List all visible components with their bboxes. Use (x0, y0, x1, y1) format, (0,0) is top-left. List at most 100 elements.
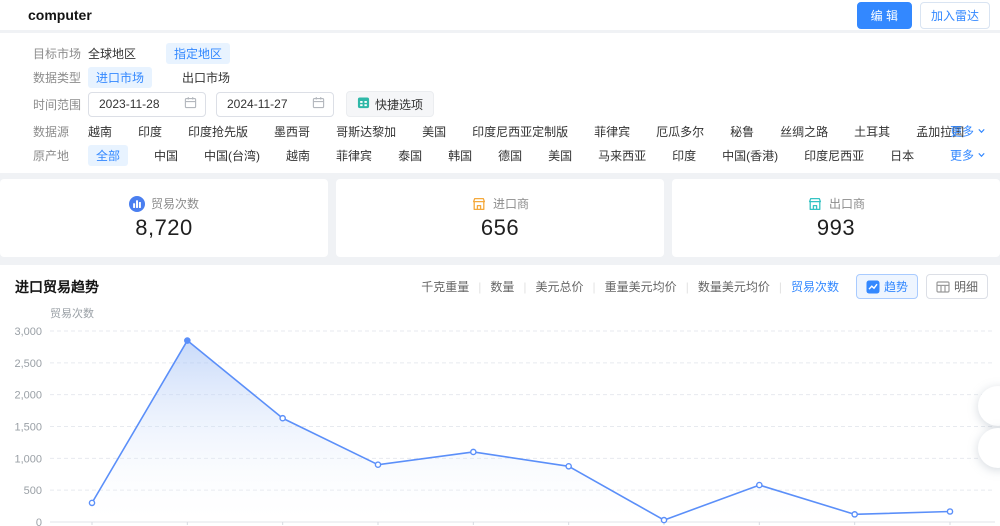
stat-card: 贸易次数 8,720 (0, 179, 328, 257)
target-market-option[interactable]: 全球地区 (88, 45, 136, 62)
metric-option[interactable]: 数量 (481, 278, 523, 295)
origin-option[interactable]: 中国 (154, 147, 178, 164)
metric-option[interactable]: 数量美元均价 (689, 278, 779, 295)
data-source-option[interactable]: 丝绸之路 (780, 123, 828, 140)
origin-option[interactable]: 中国(台湾) (204, 147, 260, 164)
origin-option[interactable]: 日本 (890, 147, 914, 164)
start-date-input[interactable]: 2023-11-28 (88, 92, 206, 117)
data-source-option[interactable]: 越南 (88, 123, 112, 140)
exporter-shop-icon (807, 196, 823, 212)
data-source-options: 越南 印度 印度抢先版 墨西哥 哥斯达黎加 美国 印度尼西亚定制版 菲律宾 厄瓜多尔 秘鲁 丝绸之路… (88, 123, 964, 140)
svg-text:0: 0 (36, 517, 42, 526)
svg-text:1,500: 1,500 (14, 422, 42, 434)
data-source-option[interactable]: 美国 (422, 123, 446, 140)
data-source-option[interactable]: 哥斯达黎加 (336, 123, 396, 140)
stat-label: 出口商 (829, 195, 865, 212)
origin-option[interactable]: 菲律宾 (336, 147, 372, 164)
importer-shop-icon (471, 196, 487, 212)
stat-label: 进口商 (493, 195, 529, 212)
view-button-detail[interactable]: 明细 (926, 274, 988, 299)
data-type-row: 数据类型 进口市场 出口市场 (0, 65, 1000, 89)
origin-row: 原产地 全部 中国 中国(台湾) 越南 菲律宾 泰国 韩国 德国 美国 马来西亚 印度 中国(香港) 印… (0, 143, 1000, 167)
edit-button[interactable]: 编 辑 (857, 2, 912, 29)
metric-option[interactable]: 贸易次数 (782, 278, 848, 295)
page-title: computer (28, 7, 92, 23)
data-type-option[interactable]: 进口市场 (88, 67, 152, 88)
view-button-label: 趋势 (884, 278, 908, 295)
view-button-label: 明细 (954, 278, 978, 295)
origin-option[interactable]: 韩国 (448, 147, 472, 164)
more-label: 更多 (950, 147, 974, 164)
metric-option[interactable]: 重量美元均价 (596, 278, 686, 295)
view-button-trend[interactable]: 趋势 (856, 274, 918, 299)
svg-text:2,500: 2,500 (14, 358, 42, 370)
origin-options: 全部 中国 中国(台湾) 越南 菲律宾 泰国 韩国 德国 美国 马来西亚 印度 中国(香港) 印度尼西亚… (88, 145, 914, 166)
end-date-input[interactable]: 2024-11-27 (216, 92, 334, 117)
origin-option[interactable]: 德国 (498, 147, 522, 164)
add-radar-button[interactable]: 加入雷达 (920, 2, 990, 29)
metric-option[interactable]: 美元总价 (527, 278, 593, 295)
trend-title: 进口贸易趋势 (15, 277, 99, 297)
stat-card-header: 贸易次数 (129, 195, 199, 212)
data-source-row: 数据源 越南 印度 印度抢先版 墨西哥 哥斯达黎加 美国 印度尼西亚定制版 菲律宾 厄瓜多尔 秘鲁… (0, 119, 1000, 143)
data-source-option[interactable]: 土耳其 (854, 123, 890, 140)
svg-text:3,000: 3,000 (14, 326, 42, 338)
data-source-label: 数据源 (33, 123, 88, 140)
end-date-value: 2024-11-27 (227, 97, 288, 111)
time-range-row: 时间范围 2023-11-28 2024-11-27 快捷选项 (0, 89, 1000, 119)
data-source-option[interactable]: 印度尼西亚定制版 (472, 123, 568, 140)
svg-text:贸易次数: 贸易次数 (50, 306, 94, 320)
bar-chart-icon (129, 196, 145, 212)
stat-cards: 贸易次数 8,720 进口商656 出口商 993 (0, 179, 1000, 257)
data-source-more-link[interactable]: 更多 (950, 123, 986, 140)
trend-panel: 进口贸易趋势 千克重量|数量|美元总价|重量美元均价|数量美元均价|贸易次数趋势… (0, 265, 1000, 526)
time-range-label: 时间范围 (33, 96, 88, 113)
data-source-option[interactable]: 印度抢先版 (188, 123, 248, 140)
chevron-down-icon (977, 124, 986, 138)
svg-text:1,000: 1,000 (14, 453, 42, 465)
target-market-label: 目标市场 (33, 45, 88, 62)
target-market-option[interactable]: 指定地区 (166, 43, 230, 64)
data-source-option[interactable]: 墨西哥 (274, 123, 310, 140)
stat-value: 8,720 (135, 215, 193, 241)
detail-table-icon (936, 280, 950, 294)
quick-options-button[interactable]: 快捷选项 (346, 91, 434, 117)
stat-card-header: 进口商 (471, 195, 529, 212)
origin-option[interactable]: 印度 (672, 147, 696, 164)
trend-chart[interactable]: 05001,0001,5002,0002,5003,000贸易次数2023-11… (0, 301, 1000, 526)
topbar-actions: 编 辑 加入雷达 (857, 2, 990, 29)
calendar-icon (312, 96, 325, 112)
origin-option[interactable]: 泰国 (398, 147, 422, 164)
stat-value: 993 (817, 215, 855, 241)
data-source-option[interactable]: 秘鲁 (730, 123, 754, 140)
data-type-option[interactable]: 出口市场 (182, 69, 230, 86)
origin-option[interactable]: 越南 (286, 147, 310, 164)
more-label: 更多 (950, 123, 974, 140)
stat-card: 出口商 993 (672, 179, 1000, 257)
stat-label: 贸易次数 (151, 195, 199, 212)
data-source-option[interactable]: 厄瓜多尔 (656, 123, 704, 140)
stat-card: 进口商656 (336, 179, 664, 257)
origin-option[interactable]: 美国 (548, 147, 572, 164)
data-source-option[interactable]: 菲律宾 (594, 123, 630, 140)
data-source-option[interactable]: 印度 (138, 123, 162, 140)
target-market-row: 目标市场 全球地区 指定地区 (0, 41, 1000, 65)
start-date-value: 2023-11-28 (99, 97, 160, 111)
data-type-options: 进口市场 出口市场 (88, 67, 230, 88)
quick-options-label: 快捷选项 (375, 96, 423, 113)
svg-text:500: 500 (24, 485, 42, 497)
quick-calendar-icon (357, 96, 370, 112)
trend-chart-icon (866, 280, 880, 294)
origin-option[interactable]: 中国(香港) (722, 147, 778, 164)
origin-more-link[interactable]: 更多 (950, 147, 986, 164)
svg-text:2,000: 2,000 (14, 390, 42, 402)
top-bar: computer 编 辑 加入雷达 (0, 0, 1000, 30)
origin-option[interactable]: 全部 (88, 145, 128, 166)
origin-label: 原产地 (33, 147, 88, 164)
origin-option[interactable]: 印度尼西亚 (804, 147, 864, 164)
metric-option[interactable]: 千克重量 (412, 278, 478, 295)
origin-option[interactable]: 马来西亚 (598, 147, 646, 164)
chevron-down-icon (977, 148, 986, 162)
calendar-icon (184, 96, 197, 112)
data-type-label: 数据类型 (33, 69, 88, 86)
